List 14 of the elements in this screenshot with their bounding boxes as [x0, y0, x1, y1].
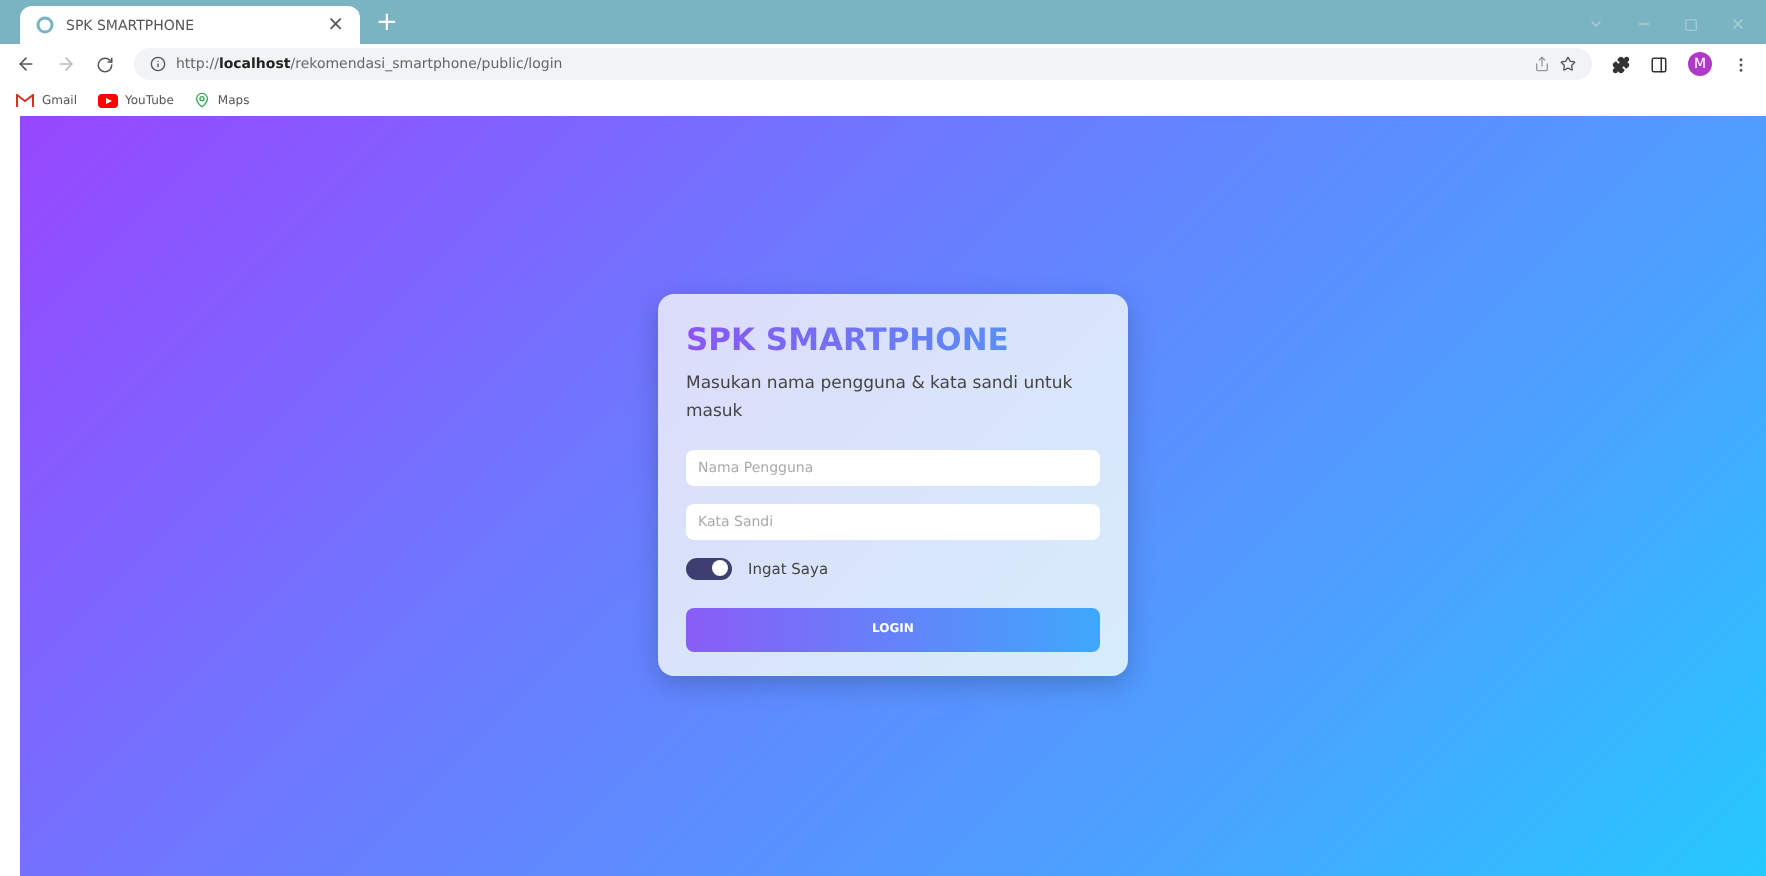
- reload-icon[interactable]: [96, 55, 114, 73]
- info-icon: [150, 56, 166, 72]
- share-icon[interactable]: [1534, 56, 1550, 72]
- back-icon[interactable]: [16, 54, 36, 74]
- remember-toggle[interactable]: [686, 557, 732, 579]
- star-icon[interactable]: [1560, 56, 1576, 72]
- mail-icon: [16, 93, 34, 107]
- puzzle-icon[interactable]: [1612, 55, 1630, 73]
- close-tab-button[interactable]: ×: [327, 14, 344, 36]
- play-icon: [97, 93, 118, 107]
- login-instruction: Masukan nama pengguna & kata sandi untuk masuk: [686, 371, 1075, 425]
- globe-icon: [36, 16, 54, 34]
- map-pin-icon: [193, 92, 210, 108]
- side-panel-icon[interactable]: [1650, 55, 1668, 73]
